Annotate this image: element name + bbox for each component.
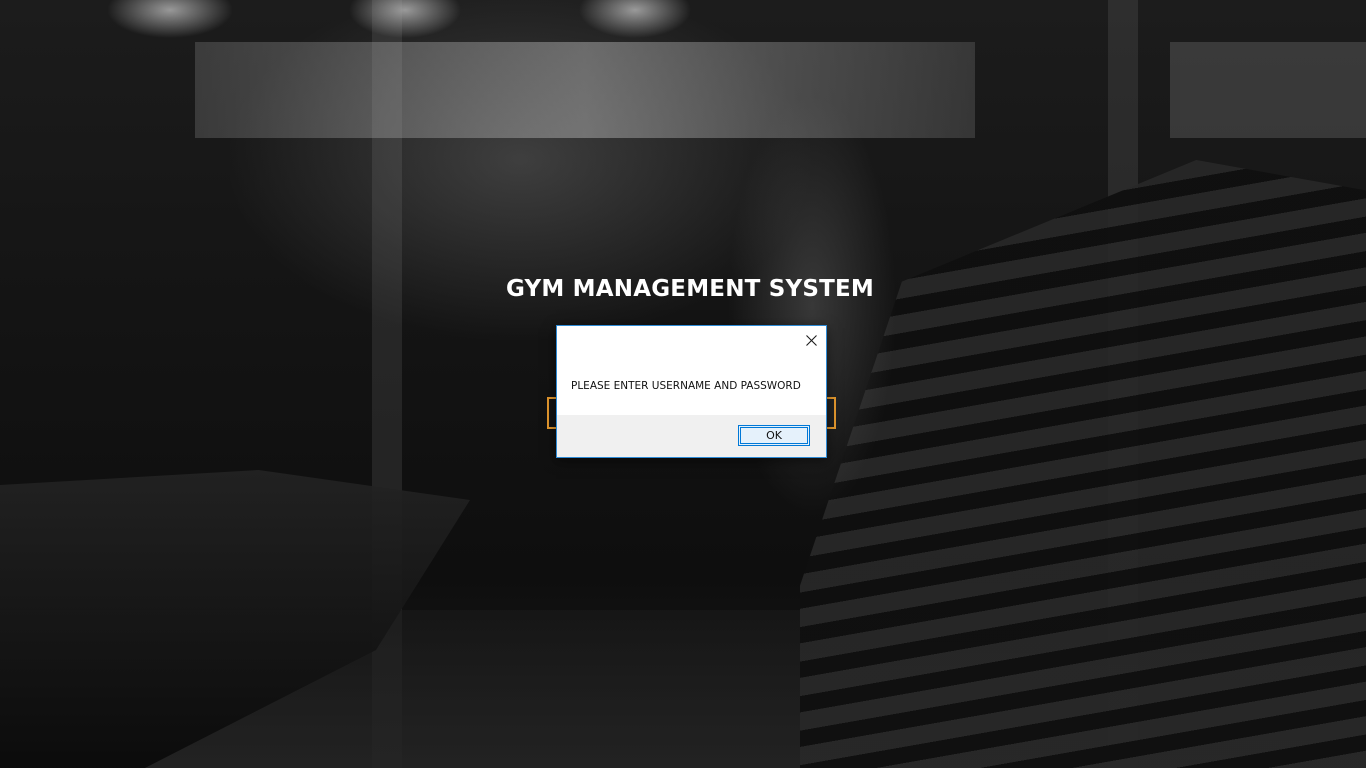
app-title: GYM MANAGEMENT SYSTEM — [505, 276, 875, 302]
dialog-footer: OK — [557, 415, 826, 457]
background-window-right — [1170, 42, 1366, 138]
close-icon — [805, 334, 817, 346]
ok-button[interactable]: OK — [738, 425, 810, 446]
dialog-close-button[interactable] — [801, 330, 821, 350]
dialog-message: PLEASE ENTER USERNAME AND PASSWORD — [571, 380, 801, 392]
message-dialog: PLEASE ENTER USERNAME AND PASSWORD OK — [556, 325, 827, 458]
login-screen: GYM MANAGEMENT SYSTEM PLEASE ENTER USERN… — [0, 0, 1366, 768]
